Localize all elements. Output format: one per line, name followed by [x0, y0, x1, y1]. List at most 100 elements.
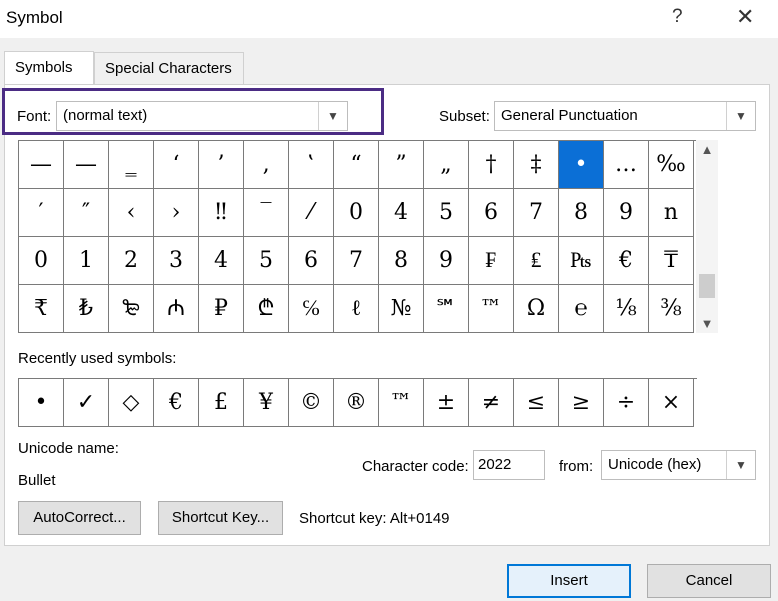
symbol-cell[interactable]: ℅: [289, 285, 334, 333]
symbol-cell[interactable]: ‚: [244, 141, 289, 189]
symbol-cell[interactable]: ₻: [109, 285, 154, 333]
symbol-cell[interactable]: 0: [19, 237, 64, 285]
symbol-cell[interactable]: ‰: [649, 141, 694, 189]
cancel-button[interactable]: Cancel: [647, 564, 771, 598]
recent-symbol-cell[interactable]: ©: [289, 379, 334, 427]
title-bar: Symbol ? ✕: [0, 0, 778, 38]
recent-symbol-cell[interactable]: ±: [424, 379, 469, 427]
recent-symbol-cell[interactable]: ≠: [469, 379, 514, 427]
symbol-cell[interactable]: ₣: [469, 237, 514, 285]
symbol-cell[interactable]: ⁄: [289, 189, 334, 237]
subset-dropdown[interactable]: General Punctuation ▼: [494, 101, 756, 131]
symbol-cell[interactable]: €: [604, 237, 649, 285]
chevron-down-icon[interactable]: ▼: [696, 316, 718, 331]
symbol-cell[interactable]: †: [469, 141, 514, 189]
symbol-cell[interactable]: ‼: [199, 189, 244, 237]
symbol-cell[interactable]: “: [334, 141, 379, 189]
symbol-cell[interactable]: ‛: [289, 141, 334, 189]
recent-symbol-cell[interactable]: ®: [334, 379, 379, 427]
autocorrect-button[interactable]: AutoCorrect...: [18, 501, 141, 535]
chevron-up-icon[interactable]: ▲: [696, 142, 718, 157]
symbol-cell[interactable]: ›: [154, 189, 199, 237]
symbol-cell[interactable]: „: [424, 141, 469, 189]
symbol-cell[interactable]: 6: [469, 189, 514, 237]
symbol-cell[interactable]: 4: [199, 237, 244, 285]
symbol-cell[interactable]: 6: [289, 237, 334, 285]
help-icon[interactable]: ?: [672, 6, 683, 28]
symbol-cell[interactable]: 8: [379, 237, 424, 285]
recent-symbol-cell[interactable]: ≤: [514, 379, 559, 427]
chevron-down-icon[interactable]: ▼: [726, 102, 755, 130]
symbol-cell[interactable]: 3: [154, 237, 199, 285]
shortcut-key-button[interactable]: Shortcut Key...: [158, 501, 283, 535]
subset-label: Subset:: [439, 108, 490, 125]
symbol-cell[interactable]: ₧: [559, 237, 604, 285]
symbol-cell[interactable]: ₸: [649, 237, 694, 285]
recent-symbol-cell[interactable]: ≥: [559, 379, 604, 427]
symbol-cell[interactable]: 5: [244, 237, 289, 285]
insert-button[interactable]: Insert: [507, 564, 631, 598]
chevron-down-icon[interactable]: ▼: [318, 102, 347, 130]
symbol-cell[interactable]: ‘: [154, 141, 199, 189]
recent-symbol-cell[interactable]: ™: [379, 379, 424, 427]
symbol-cell[interactable]: —: [64, 141, 109, 189]
chevron-down-icon[interactable]: ▼: [726, 451, 755, 479]
symbol-cell[interactable]: ₤: [514, 237, 559, 285]
symbol-cell[interactable]: Ω: [514, 285, 559, 333]
symbol-cell[interactable]: ₽: [199, 285, 244, 333]
symbol-grid-scrollbar[interactable]: ▲ ▼: [696, 140, 718, 333]
symbol-cell[interactable]: ₼: [154, 285, 199, 333]
symbol-cell[interactable]: ™: [469, 285, 514, 333]
symbol-cell[interactable]: …: [604, 141, 649, 189]
symbol-cell[interactable]: ‗: [109, 141, 154, 189]
symbol-cell[interactable]: ‹: [109, 189, 154, 237]
symbol-cell[interactable]: ℓ: [334, 285, 379, 333]
recent-symbols-label: Recently used symbols:: [18, 350, 177, 367]
character-code-field[interactable]: 2022: [473, 450, 545, 480]
symbol-cell[interactable]: ″: [64, 189, 109, 237]
recent-symbol-cell[interactable]: €: [154, 379, 199, 427]
close-icon[interactable]: ✕: [736, 4, 754, 30]
scrollbar-thumb[interactable]: [699, 274, 715, 298]
symbol-cell[interactable]: —: [19, 141, 64, 189]
symbol-cell[interactable]: ”: [379, 141, 424, 189]
character-code-label: Character code:: [362, 458, 469, 475]
symbol-cell[interactable]: ₺: [64, 285, 109, 333]
symbol-cell[interactable]: ₾: [244, 285, 289, 333]
symbol-cell[interactable]: 7: [334, 237, 379, 285]
recent-symbol-cell[interactable]: ◇: [109, 379, 154, 427]
tab-symbols[interactable]: Symbols: [4, 51, 94, 85]
symbol-cell[interactable]: 7: [514, 189, 559, 237]
symbol-cell[interactable]: 9: [424, 237, 469, 285]
recent-symbol-cell[interactable]: ÷: [604, 379, 649, 427]
symbol-cell[interactable]: ⅜: [649, 285, 694, 333]
tab-special-characters[interactable]: Special Characters: [94, 52, 244, 84]
recent-symbol-cell[interactable]: •: [19, 379, 64, 427]
symbol-cell[interactable]: 5: [424, 189, 469, 237]
symbol-cell[interactable]: 8: [559, 189, 604, 237]
symbol-cell[interactable]: ′: [19, 189, 64, 237]
symbol-cell[interactable]: 4: [379, 189, 424, 237]
symbol-cell[interactable]: ₹: [19, 285, 64, 333]
symbol-cell[interactable]: ℠: [424, 285, 469, 333]
recent-symbol-cell[interactable]: ✓: [64, 379, 109, 427]
symbol-cell[interactable]: •: [559, 141, 604, 189]
font-dropdown[interactable]: (normal text) ▼: [56, 101, 348, 131]
symbol-cell[interactable]: 2: [109, 237, 154, 285]
symbol-cell[interactable]: ℮: [559, 285, 604, 333]
recent-symbol-cell[interactable]: ×: [649, 379, 694, 427]
symbol-cell[interactable]: 9: [604, 189, 649, 237]
symbol-cell[interactable]: ⅛: [604, 285, 649, 333]
symbol-cell[interactable]: 1: [64, 237, 109, 285]
font-value: (normal text): [63, 107, 148, 124]
from-value: Unicode (hex): [608, 456, 702, 473]
symbol-cell[interactable]: n: [649, 189, 694, 237]
symbol-cell[interactable]: ‾: [244, 189, 289, 237]
recent-symbol-cell[interactable]: ¥: [244, 379, 289, 427]
symbol-cell[interactable]: ’: [199, 141, 244, 189]
symbol-cell[interactable]: 0: [334, 189, 379, 237]
symbol-cell[interactable]: ‡: [514, 141, 559, 189]
from-dropdown[interactable]: Unicode (hex) ▼: [601, 450, 756, 480]
recent-symbol-cell[interactable]: £: [199, 379, 244, 427]
symbol-cell[interactable]: №: [379, 285, 424, 333]
